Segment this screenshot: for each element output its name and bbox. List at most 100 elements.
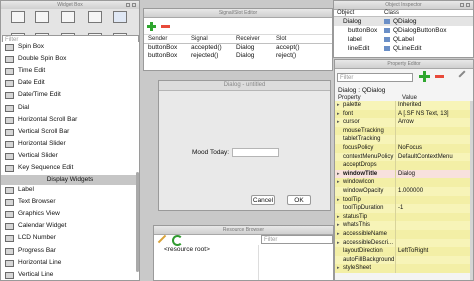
widget-item-label: Date Edit (18, 79, 45, 87)
property-row[interactable]: ▸ accessibleName (335, 230, 472, 239)
object-name[interactable]: label (348, 36, 362, 43)
expand-arrow-icon[interactable]: ▸ (337, 170, 340, 179)
property-row[interactable]: tabletTracking (335, 135, 472, 144)
widget-item[interactable]: Text Browser (1, 197, 139, 207)
property-row[interactable]: ▸ palette Inherited (335, 101, 472, 110)
property-row[interactable]: ▸ statusTip (335, 212, 472, 222)
property-value[interactable]: DefaultContextMenu (398, 153, 453, 162)
edit-resources-icon[interactable] (157, 234, 167, 244)
resource-filter[interactable]: Filter (261, 235, 333, 244)
property-value[interactable]: Inherited (398, 101, 421, 110)
column-divider (395, 169, 396, 179)
mood-label[interactable]: Mood Today: (192, 149, 229, 156)
property-row[interactable]: ▸ whatsThis (335, 221, 472, 230)
expand-arrow-icon[interactable]: ▸ (337, 110, 340, 119)
connection-cell[interactable]: buttonBox (148, 44, 177, 51)
property-row[interactable]: ▸ toolTip (335, 195, 472, 205)
resource-root[interactable]: <resource root> (164, 246, 210, 253)
widget-item[interactable]: Vertical Scroll Bar (1, 127, 139, 137)
property-value[interactable]: Dialog (398, 170, 415, 179)
expand-arrow-icon[interactable]: ▸ (337, 196, 340, 205)
expand-arrow-icon[interactable]: ▸ (337, 239, 340, 248)
widget-item[interactable]: Horizontal Slider (1, 139, 139, 149)
layout-icon[interactable] (11, 11, 25, 23)
scrollbar[interactable] (136, 172, 139, 272)
expand-arrow-icon[interactable]: ▸ (337, 230, 340, 239)
widget-item[interactable]: Label (1, 185, 139, 195)
widget-item[interactable]: Date/Time Edit (1, 90, 139, 100)
property-row[interactable]: ▸ windowIcon (335, 178, 472, 187)
property-value[interactable]: -1 (398, 204, 403, 213)
property-row[interactable]: ▸ windowTitle Dialog (335, 169, 472, 179)
connection-cell[interactable]: reject() (276, 52, 296, 59)
expand-arrow-icon[interactable]: ▸ (337, 178, 340, 187)
widget-item[interactable]: Date Edit (1, 78, 139, 88)
close-button[interactable] (132, 3, 136, 7)
widget-item[interactable]: Double Spin Box (1, 54, 139, 64)
property-row[interactable]: acceptDrops (335, 161, 472, 170)
mood-input[interactable] (232, 148, 279, 157)
property-value[interactable]: Arrow (398, 118, 414, 127)
property-row[interactable]: ▸ accessibleDescri... (335, 238, 472, 248)
remove-connection-icon[interactable] (161, 25, 170, 28)
expand-arrow-icon[interactable]: ▸ (337, 101, 340, 110)
widget-item[interactable]: Calendar Widget (1, 221, 139, 231)
widget-item[interactable]: Vertical Line (1, 270, 139, 280)
widget-item[interactable]: Key Sequence Edit (1, 163, 139, 173)
cancel-button[interactable]: Cancel (251, 195, 275, 205)
object-name[interactable]: buttonBox (348, 27, 377, 34)
property-value[interactable]: 1.000000 (398, 187, 423, 196)
object-name[interactable]: Dialog (343, 18, 361, 25)
property-value[interactable]: NoFocus (398, 144, 422, 153)
property-row[interactable]: layoutDirection LeftToRight (335, 247, 472, 256)
reload-icon[interactable] (172, 235, 183, 246)
connection-cell[interactable]: Dialog (236, 52, 254, 59)
property-value[interactable]: LeftToRight (398, 247, 428, 256)
widget-item[interactable]: Horizontal Scroll Bar (1, 115, 139, 125)
property-name: palette (343, 102, 362, 108)
property-row[interactable]: toolTipDuration -1 (335, 204, 472, 213)
property-row[interactable]: ▸ font A [.SF NS Text, 13] (335, 109, 472, 119)
widget-item[interactable]: Progress Bar (1, 246, 139, 256)
widget-item[interactable]: LCD Number (1, 233, 139, 243)
configure-icon[interactable] (458, 70, 466, 78)
property-value[interactable]: A [.SF NS Text, 13] (398, 110, 449, 119)
connection-cell[interactable]: buttonBox (148, 52, 177, 59)
add-connection-icon[interactable] (147, 22, 156, 31)
expand-arrow-icon[interactable]: ▸ (337, 118, 340, 127)
layout-icon[interactable] (61, 11, 75, 23)
property-row[interactable]: ▸ styleSheet (335, 264, 472, 273)
expand-arrow-icon[interactable]: ▸ (337, 264, 340, 273)
expand-arrow-icon[interactable]: ▸ (337, 221, 340, 230)
ok-button[interactable]: OK (287, 195, 311, 205)
connection-cell[interactable]: rejected() (191, 52, 218, 59)
property-row[interactable]: focusPolicy NoFocus (335, 144, 472, 153)
connection-cell[interactable]: accepted() (191, 44, 222, 51)
expand-arrow-icon[interactable]: ▸ (337, 213, 340, 222)
widget-item[interactable]: Dial (1, 103, 139, 113)
close-button[interactable] (466, 3, 470, 7)
remove-property-icon[interactable] (435, 75, 444, 78)
widget-item[interactable]: Graphics View (1, 209, 139, 219)
layout-icon[interactable] (35, 11, 49, 23)
widget-item[interactable]: Horizontal Line (1, 258, 139, 268)
connection-cell[interactable]: accept() (276, 44, 299, 51)
property-row[interactable]: windowOpacity 1.000000 (335, 187, 472, 196)
property-row[interactable]: mouseTracking (335, 126, 472, 136)
widget-item[interactable]: Vertical Slider (1, 151, 139, 161)
layout-icon[interactable] (88, 11, 102, 23)
property-scrollbar[interactable] (470, 101, 473, 280)
float-button[interactable] (126, 3, 130, 7)
layout-icon[interactable] (113, 11, 127, 23)
float-button[interactable] (460, 3, 464, 7)
object-name[interactable]: lineEdit (348, 45, 369, 52)
property-filter[interactable]: Filter (337, 73, 413, 82)
add-property-icon[interactable] (419, 71, 430, 82)
connection-cell[interactable]: Dialog (236, 44, 254, 51)
category-header[interactable]: Display Widgets (1, 175, 139, 185)
property-row[interactable]: autoFillBackground (335, 255, 472, 265)
property-row[interactable]: ▸ cursor Arrow (335, 118, 472, 127)
widget-item[interactable]: Time Edit (1, 66, 139, 76)
widget-item[interactable]: Spin Box (1, 42, 139, 52)
property-row[interactable]: contextMenuPolicy DefaultContextMenu (335, 152, 472, 162)
